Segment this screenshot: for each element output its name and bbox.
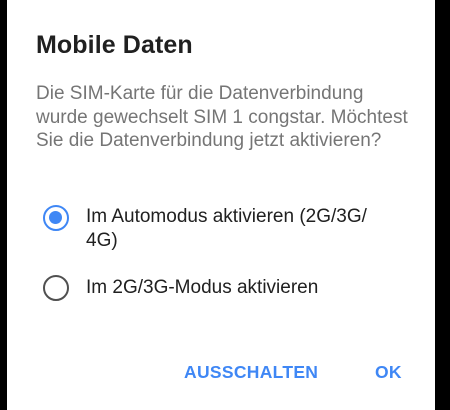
option-2g3g-mode[interactable]: Im 2G/3G-Modus aktivieren <box>43 275 396 301</box>
radio-selected-icon[interactable] <box>43 205 69 231</box>
dialog-actions: AUSSCHALTEN OK <box>7 362 435 386</box>
option-2g3g-mode-label: Im 2G/3G-Modus aktivieren <box>86 277 319 298</box>
mobile-data-dialog: Mobile Daten Die SIM-Karte für die Daten… <box>7 0 435 410</box>
option-auto-mode-label: Im Automodus aktivieren (2G/3G/ 4G) <box>86 206 367 251</box>
dialog-title: Mobile Daten <box>36 31 193 59</box>
ok-button[interactable]: OK <box>375 362 402 383</box>
turn-off-button[interactable]: AUSSCHALTEN <box>184 362 318 383</box>
option-auto-mode[interactable]: Im Automodus aktivieren (2G/3G/ 4G) <box>43 205 396 252</box>
radio-unselected-icon[interactable] <box>43 275 69 301</box>
dialog-message: Die SIM-Karte für die Datenverbindung wu… <box>36 83 408 151</box>
